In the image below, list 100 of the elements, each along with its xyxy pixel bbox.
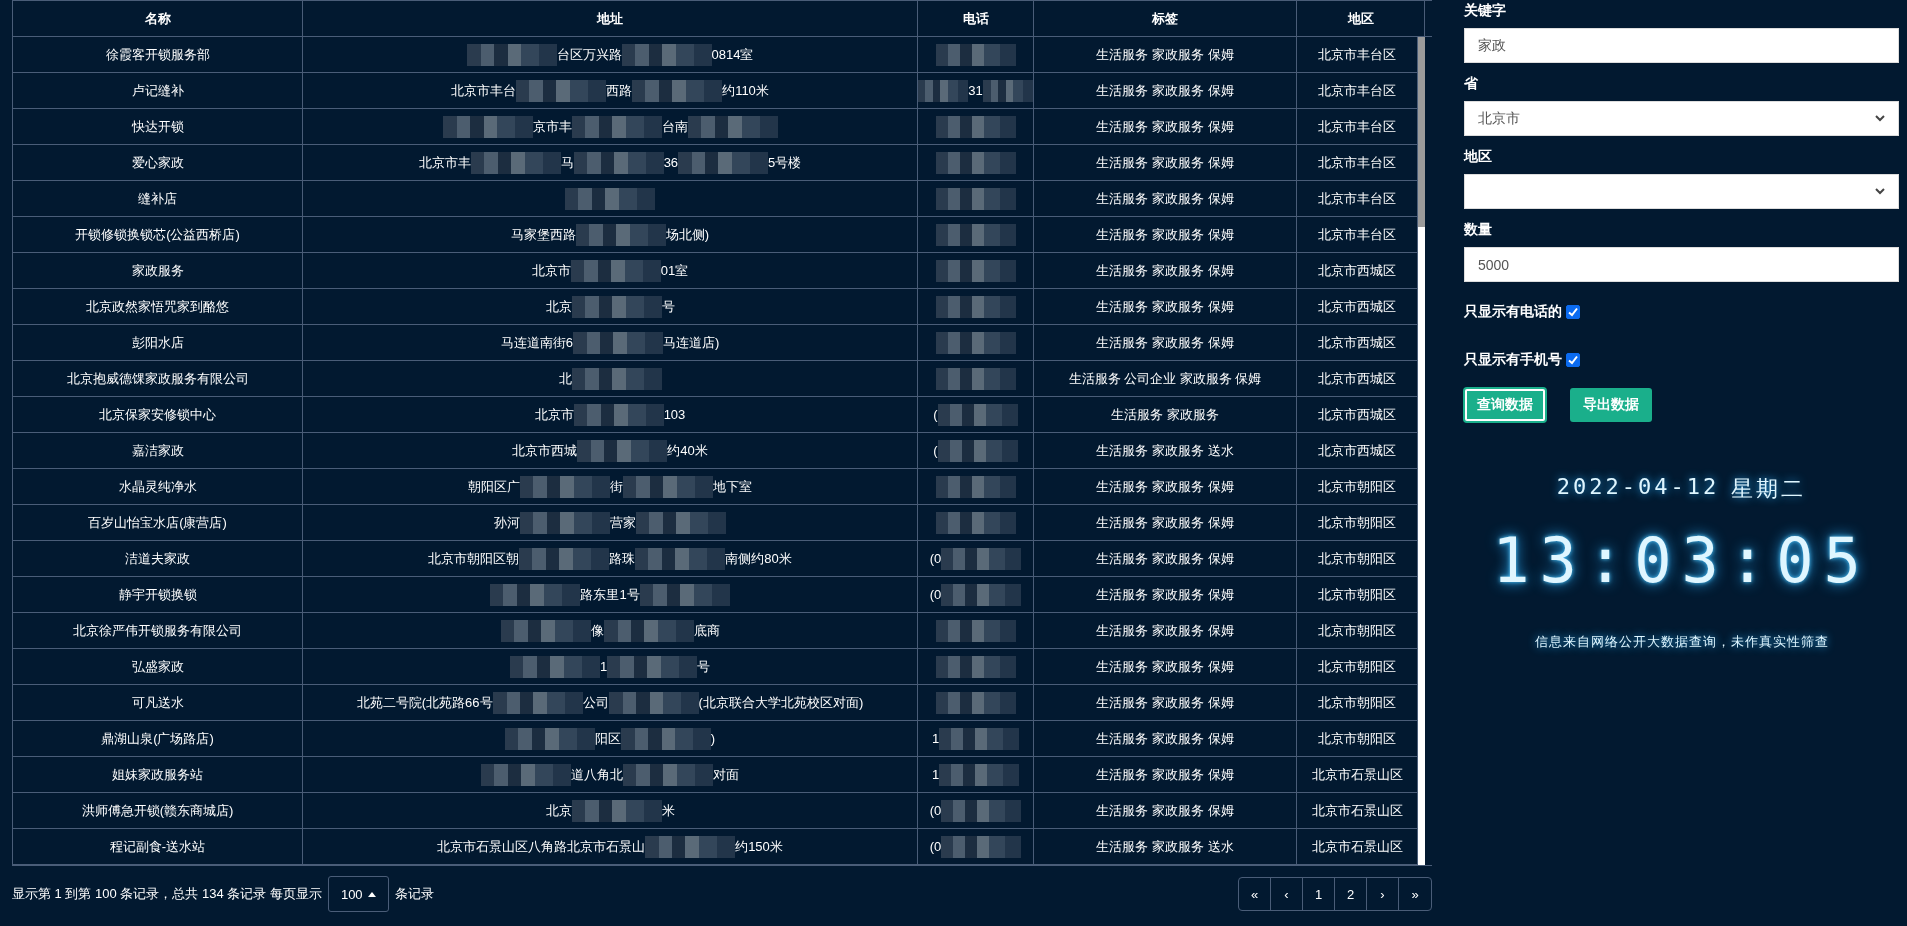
phone-fragment: ( — [933, 407, 938, 422]
table-cell: 生活服务 家政服务 保姆 — [1034, 73, 1297, 108]
table-cell: 生活服务 家政服务 保姆 — [1034, 541, 1297, 576]
phone-fragment: (0 — [929, 803, 942, 818]
address-fragment: 北京市朝阳区朝 — [428, 549, 520, 568]
table-cell: 生活服务 家政服务 送水 — [1034, 829, 1297, 864]
address-fragment: 0814室 — [711, 45, 754, 64]
table-cell: 生活服务 家政服务 保姆 — [1034, 685, 1297, 720]
address-fragment: 像 — [590, 621, 604, 640]
checkbox[interactable] — [1566, 353, 1580, 367]
checkbox[interactable] — [1566, 305, 1580, 319]
table-cell: 百岁山怡宝水店(康营店) — [13, 505, 303, 540]
address-fragment: 台南 — [661, 117, 688, 136]
table-cell: 生活服务 家政服务 保姆 — [1034, 181, 1297, 216]
pagination-button[interactable]: ‹ — [1271, 878, 1303, 910]
field-label: 地区 — [1464, 148, 1493, 166]
province-select[interactable]: 北京市 — [1464, 101, 1899, 136]
address-fragment: 路珠 — [609, 549, 636, 568]
table-cell: 生活服务 家政服务 保姆 — [1034, 613, 1297, 648]
clock-date: 2022-04-12 — [1556, 474, 1720, 501]
table-cell: 洪师傅急开锁(赣东商城店) — [13, 793, 303, 828]
address-fragment: 约40米 — [667, 441, 708, 460]
table-cell: 开锁修锁换锁芯(公益西桥店) — [13, 217, 303, 252]
table-cell: 卢记缝补 — [13, 73, 303, 108]
table-cell: 生活服务 家政服务 保姆 — [1034, 649, 1297, 684]
address-fragment: 京市丰 — [532, 117, 572, 136]
address-fragment: 阳区 — [594, 729, 621, 748]
address-fragment: 北 — [558, 369, 572, 388]
address-fragment: ) — [710, 731, 716, 746]
address-fragment: 北京 — [545, 297, 572, 316]
table-cell: 缝补店 — [13, 181, 303, 216]
table-cell: 生活服务 家政服务 保姆 — [1034, 109, 1297, 144]
pagination-button[interactable]: 1 — [1303, 878, 1335, 910]
address-fragment: 场北侧) — [665, 225, 710, 244]
keyword-field[interactable]: 家政 — [1464, 28, 1899, 63]
table-cell: 生活服务 家政服务 保姆 — [1034, 505, 1297, 540]
clock-weekday: 星期二 — [1731, 475, 1807, 503]
table-cell: 生活服务 家政服务 保姆 — [1034, 289, 1297, 324]
table-cell: 姐妹家政服务站 — [13, 757, 303, 792]
table-cell: 北京抱威德馃家政服务有限公司 — [13, 361, 303, 396]
address-fragment: 街 — [610, 477, 623, 496]
address-fragment: 103 — [663, 407, 686, 422]
address-fragment: 36 — [663, 155, 679, 170]
address-fragment: 马连道南街6 — [500, 333, 573, 352]
table-cell: 生活服务 家政服务 保姆 — [1034, 145, 1297, 180]
column-header: 名称 — [13, 1, 303, 36]
table-cell: 生活服务 家政服务 保姆 — [1034, 37, 1297, 72]
table-cell: 爱心家政 — [13, 145, 303, 180]
pagination-button[interactable]: « — [1239, 878, 1271, 910]
address-fragment: 马 — [560, 153, 574, 172]
redaction-block — [982, 79, 1033, 102]
field-label: 数量 — [1464, 221, 1493, 239]
address-fragment: 地下室 — [713, 477, 752, 496]
table-cell: 生活服务 公司企业 家政服务 保姆 — [1034, 361, 1297, 396]
column-header: 电话 — [918, 1, 1034, 36]
address-fragment: 北京市西城 — [512, 441, 578, 460]
checkbox-label: 只显示有手机号 — [1464, 351, 1562, 369]
table-cell: 洁道夫家政 — [13, 541, 303, 576]
address-fragment: 北京市丰 — [418, 153, 471, 172]
pagination-button[interactable]: › — [1367, 878, 1399, 910]
table-cell: 北京徐严伟开锁服务有限公司 — [13, 613, 303, 648]
phone-fragment: 1 — [931, 731, 940, 746]
address-fragment: 对面 — [713, 765, 739, 784]
phone-fragment: 31 — [968, 83, 983, 98]
table-cell: 生活服务 家政服务 保姆 — [1034, 721, 1297, 756]
column-header: 地区 — [1297, 1, 1425, 36]
field-label: 省 — [1464, 75, 1479, 93]
checkbox-label: 只显示有电话的 — [1464, 303, 1562, 321]
page-size-suffix: 条记录 — [394, 885, 434, 903]
table-cell: 生活服务 家政服务 保姆 — [1034, 469, 1297, 504]
address-fragment: 米 — [661, 801, 675, 820]
phone-fragment: 1 — [931, 767, 940, 782]
table-cell: 生活服务 家政服务 保姆 — [1034, 793, 1297, 828]
table-cell: 生活服务 家政服务 保姆 — [1034, 253, 1297, 288]
column-header: 地址 — [303, 1, 918, 36]
table-cell: 鼎湖山泉(广场路店) — [13, 721, 303, 756]
scrollbar[interactable] — [1418, 37, 1425, 865]
phone-fragment: (0 — [929, 551, 942, 566]
address-fragment: 南侧约80米 — [725, 549, 792, 568]
scrollbar-thumb[interactable] — [1418, 37, 1425, 227]
pagination-button[interactable]: » — [1399, 878, 1431, 910]
table-cell: 生活服务 家政服务 送水 — [1034, 433, 1297, 468]
count-field[interactable]: 5000 — [1464, 247, 1899, 282]
page-size-button[interactable]: 100 — [327, 876, 389, 912]
address-fragment: 孙河 — [494, 513, 520, 532]
table-cell: 静宇开锁换锁 — [13, 577, 303, 612]
table-cell: 生活服务 家政服务 保姆 — [1034, 757, 1297, 792]
address-fragment: 公司 — [582, 693, 609, 712]
address-fragment: 号 — [661, 297, 675, 316]
pagination-button[interactable]: 2 — [1335, 878, 1367, 910]
address-fragment: 约150米 — [735, 837, 783, 856]
table-cell: 生活服务 家政服务 — [1034, 397, 1297, 432]
field-label: 关键字 — [1464, 2, 1507, 20]
address-fragment: (北京联合大学北苑校区对面) — [698, 693, 864, 712]
disclaimer-text: 信息来自网络公开大数据查询，未作真实性筛查 — [1534, 633, 1829, 651]
redaction-block — [918, 79, 969, 102]
table-cell: 徐霞客开锁服务部 — [13, 37, 303, 72]
address-fragment: 西路 — [606, 81, 633, 100]
address-fragment: 营家 — [610, 513, 636, 532]
table-cell: 生活服务 家政服务 保姆 — [1034, 217, 1297, 252]
